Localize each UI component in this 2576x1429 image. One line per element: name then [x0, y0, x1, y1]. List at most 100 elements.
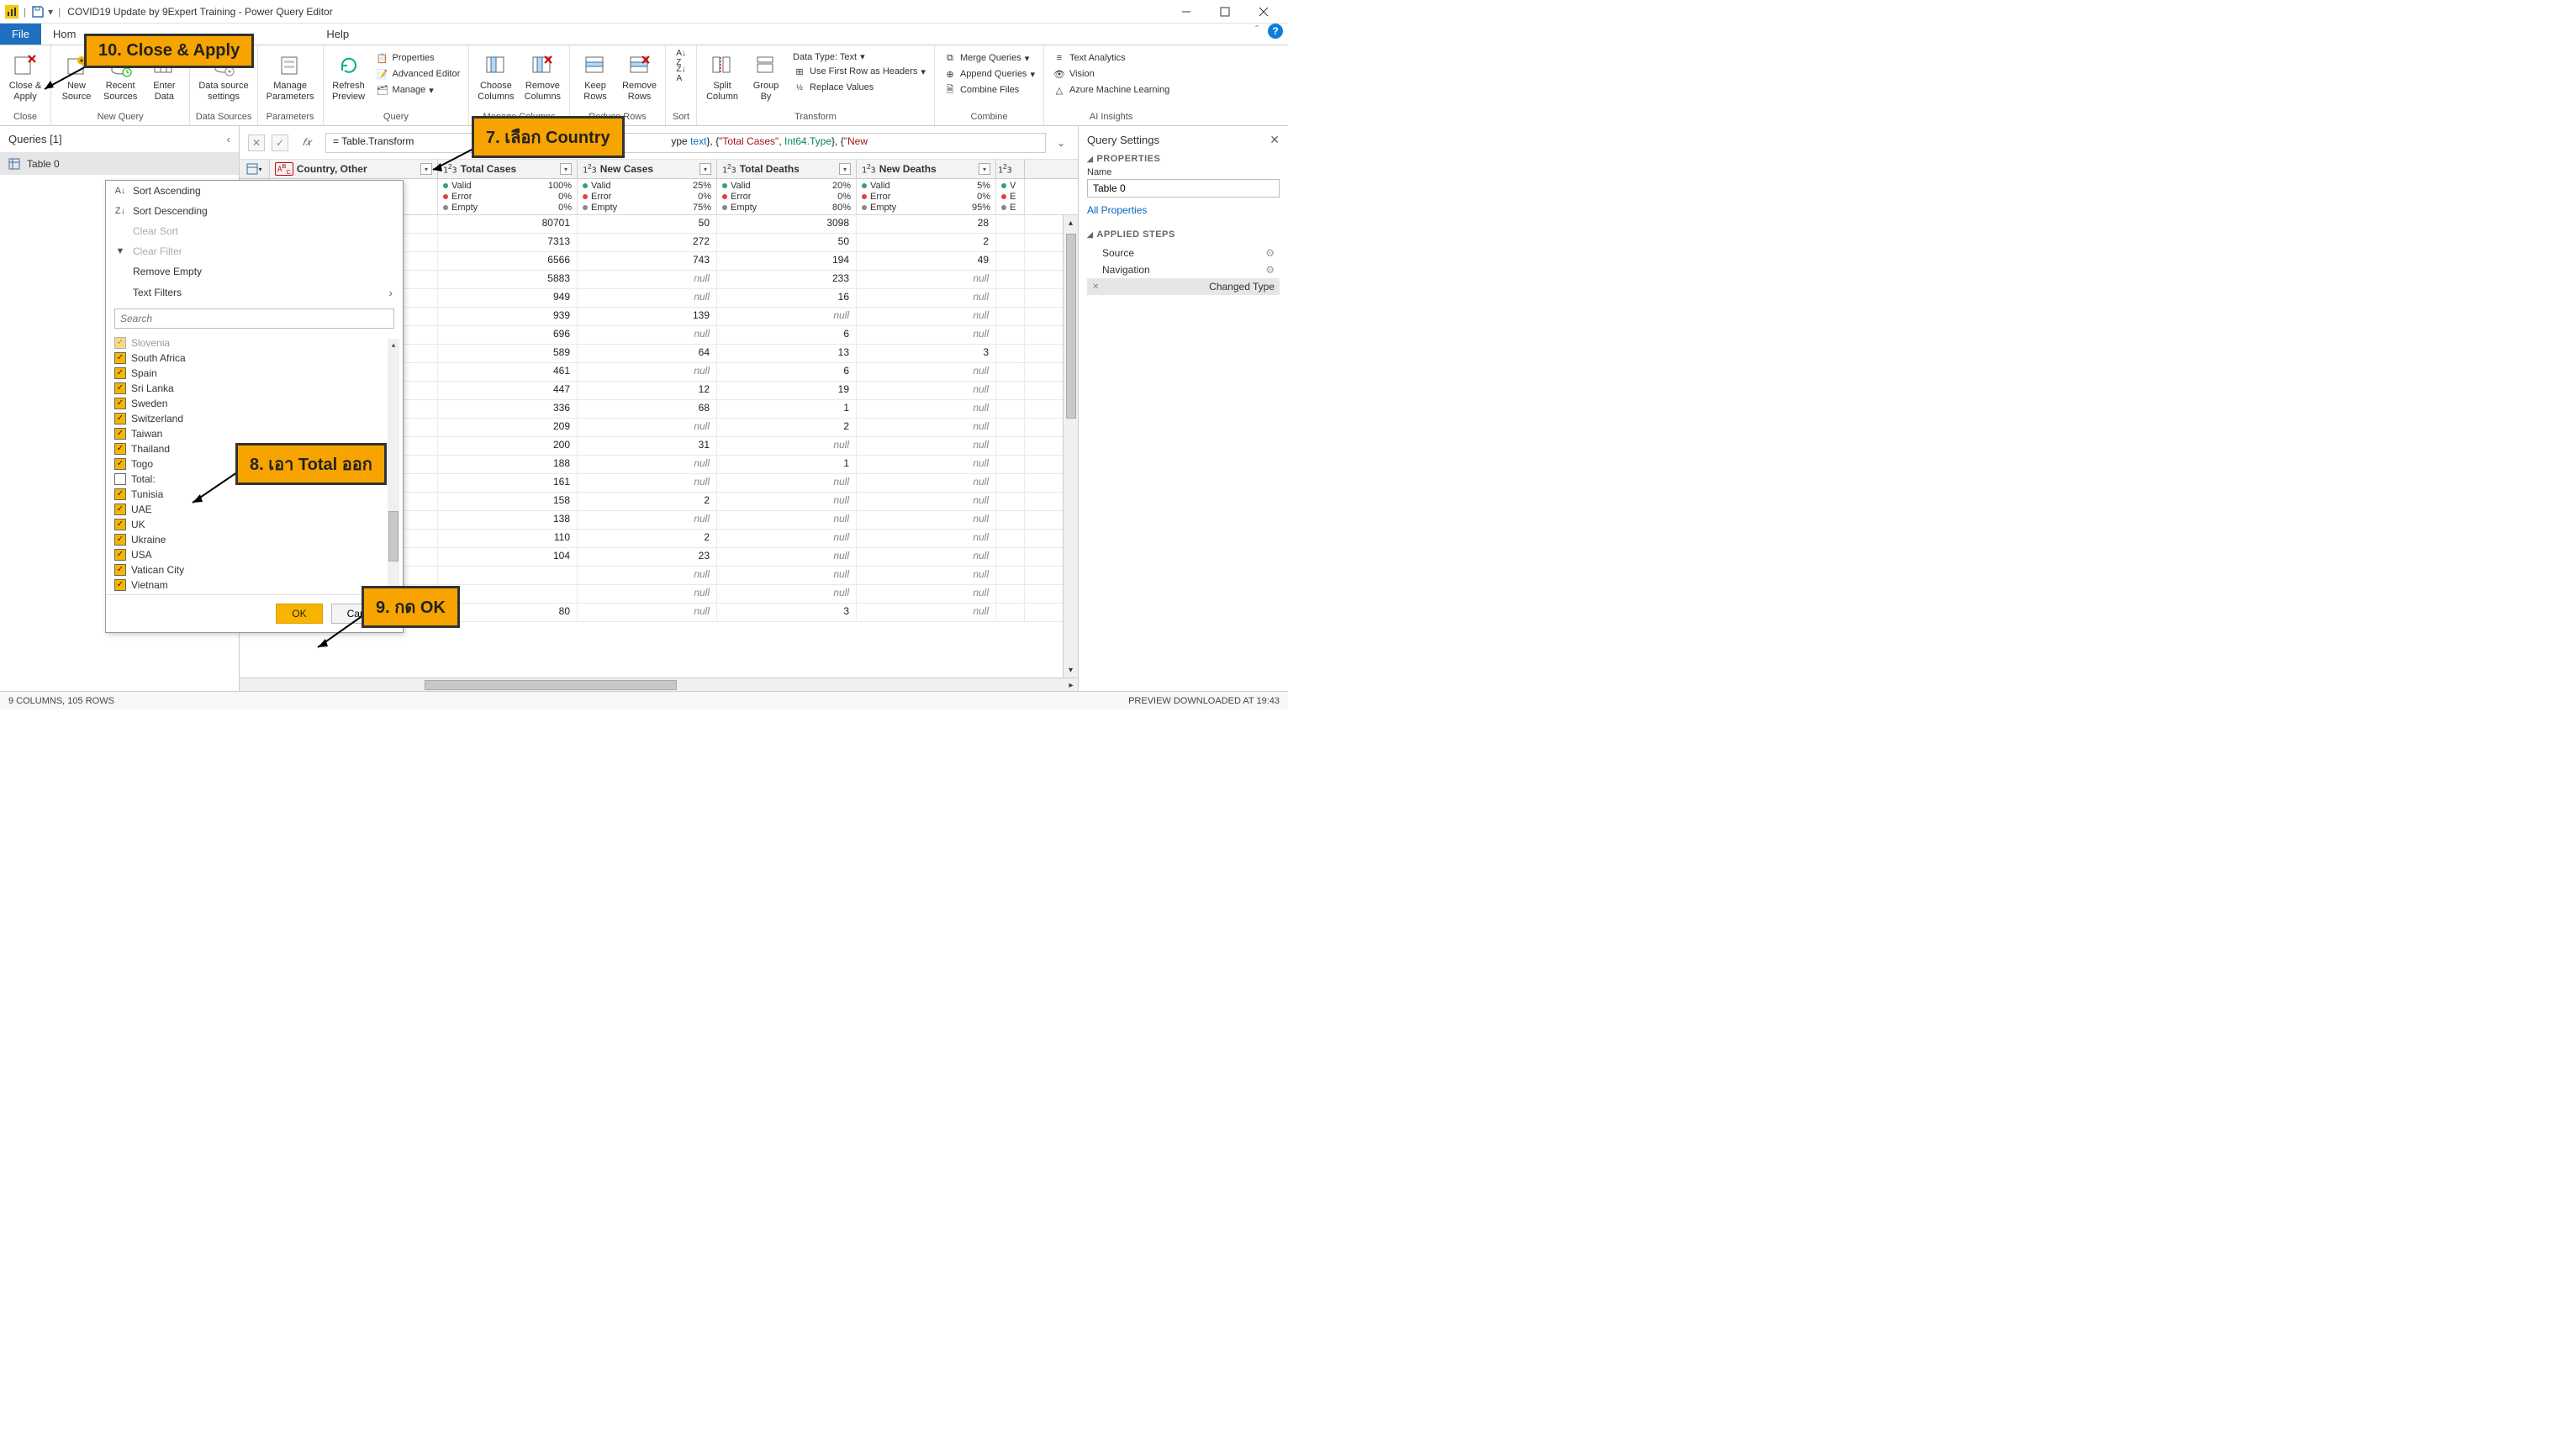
- filter-button[interactable]: ▾: [839, 163, 851, 175]
- combine-files-button[interactable]: 🗎Combine Files: [940, 82, 1038, 98]
- filter-item[interactable]: ✓South Africa: [114, 351, 394, 366]
- filter-item[interactable]: ✓Slovenia: [114, 335, 394, 351]
- ribbon-collapse-icon[interactable]: ˆ: [1251, 24, 1263, 35]
- formula-cancel-icon[interactable]: ✕: [248, 134, 265, 151]
- checkbox-icon[interactable]: ✓: [114, 428, 126, 440]
- sort-desc-button[interactable]: Z↓A: [671, 66, 691, 82]
- vertical-scrollbar[interactable]: ▴ ▾: [1063, 215, 1078, 678]
- formula-input[interactable]: = Table.Transformxxxxxxxxxxxxxxxxxxxxxxx…: [325, 133, 1046, 153]
- sort-descending-item[interactable]: Z↓Sort Descending: [106, 201, 403, 221]
- remove-columns-button[interactable]: Remove Columns: [521, 50, 564, 103]
- scroll-thumb[interactable]: [425, 680, 677, 690]
- checkbox-icon[interactable]: ✓: [114, 458, 126, 470]
- manage-parameters-button[interactable]: Manage Parameters: [263, 50, 318, 103]
- help-icon[interactable]: ?: [1268, 24, 1283, 39]
- choose-columns-button[interactable]: Choose Columns: [474, 50, 517, 103]
- filter-button[interactable]: ▾: [560, 163, 572, 175]
- remove-empty-item[interactable]: Remove Empty: [106, 261, 403, 282]
- column-header-new-deaths[interactable]: 123 New Deaths ▾: [857, 160, 996, 178]
- filter-item[interactable]: ✓Tunisia: [114, 487, 394, 502]
- applied-step[interactable]: Changed Type: [1087, 278, 1280, 295]
- text-analytics-button[interactable]: ≡Text Analytics: [1049, 50, 1173, 66]
- save-icon[interactable]: [31, 5, 45, 18]
- first-row-headers-button[interactable]: ⊞Use First Row as Headers ▾: [789, 64, 929, 79]
- checkbox-icon[interactable]: ✓: [114, 337, 126, 349]
- applied-steps-section[interactable]: ◢APPLIED STEPS: [1087, 229, 1280, 240]
- close-button[interactable]: [1244, 0, 1283, 24]
- remove-rows-button[interactable]: Remove Rows: [619, 50, 660, 103]
- keep-rows-button[interactable]: Keep Rows: [575, 50, 615, 103]
- sort-asc-button[interactable]: A↓Z: [671, 50, 691, 66]
- collapse-icon[interactable]: ‹: [227, 133, 230, 145]
- applied-step[interactable]: Source⚙: [1087, 245, 1280, 261]
- applied-step[interactable]: Navigation⚙: [1087, 261, 1280, 278]
- menu-help[interactable]: Help: [314, 24, 361, 45]
- filter-item[interactable]: ✓Sweden: [114, 396, 394, 411]
- checkbox-icon[interactable]: ✓: [114, 549, 126, 561]
- filter-search[interactable]: [114, 308, 394, 329]
- checkbox-icon[interactable]: ✓: [114, 564, 126, 576]
- replace-values-button[interactable]: ½Replace Values: [789, 80, 929, 95]
- close-settings-icon[interactable]: ✕: [1270, 133, 1280, 147]
- column-header-country[interactable]: ABC Country, Other ▾: [270, 160, 438, 178]
- properties-button[interactable]: 📋Properties: [372, 50, 464, 66]
- query-item-table0[interactable]: Table 0: [0, 153, 239, 175]
- column-header-total-cases[interactable]: 123 Total Cases ▾: [438, 160, 578, 178]
- gear-icon[interactable]: ⚙: [1265, 247, 1275, 259]
- group-by-button[interactable]: Group By: [746, 50, 786, 103]
- menu-file[interactable]: File: [0, 24, 41, 45]
- filter-item[interactable]: ✓Vatican City: [114, 562, 394, 577]
- minimize-button[interactable]: [1167, 0, 1206, 24]
- filter-item[interactable]: ✓USA: [114, 547, 394, 562]
- filter-item[interactable]: ✓Taiwan: [114, 426, 394, 441]
- column-header-new-cases[interactable]: 123 New Cases ▾: [578, 160, 717, 178]
- menu-home[interactable]: Hom: [41, 24, 87, 45]
- checkbox-icon[interactable]: ✓: [114, 382, 126, 394]
- checkbox-icon[interactable]: ✓: [114, 367, 126, 379]
- ok-button[interactable]: OK: [276, 604, 322, 624]
- checkbox-icon[interactable]: ✓: [114, 534, 126, 546]
- checkbox-icon[interactable]: ✓: [114, 352, 126, 364]
- fx-icon[interactable]: 𝑓𝑥: [295, 134, 319, 152]
- advanced-editor-button[interactable]: 📝Advanced Editor: [372, 66, 464, 82]
- scroll-thumb[interactable]: [1066, 234, 1076, 419]
- sort-ascending-item[interactable]: A↓Sort Ascending: [106, 181, 403, 201]
- filter-item[interactable]: ✓UK: [114, 517, 394, 532]
- scroll-up-icon[interactable]: ▴: [1064, 215, 1078, 230]
- filter-item[interactable]: ✓UAE: [114, 502, 394, 517]
- filter-item[interactable]: ✓Switzerland: [114, 411, 394, 426]
- split-column-button[interactable]: Split Column: [702, 50, 742, 103]
- filter-list-scrollbar[interactable]: ▴: [388, 339, 399, 594]
- filter-item[interactable]: ✓Spain: [114, 366, 394, 381]
- filter-button[interactable]: ▾: [420, 163, 432, 175]
- column-header-partial[interactable]: 123: [996, 160, 1025, 178]
- filter-button[interactable]: ▾: [699, 163, 711, 175]
- azure-ml-button[interactable]: △Azure Machine Learning: [1049, 82, 1173, 98]
- qat-dropdown[interactable]: ▾: [48, 6, 56, 18]
- filter-item[interactable]: ✓Vietnam: [114, 577, 394, 593]
- queries-header[interactable]: Queries [1] ‹: [0, 126, 239, 153]
- filter-button[interactable]: ▾: [979, 163, 990, 175]
- scroll-down-icon[interactable]: ▾: [1064, 662, 1078, 678]
- filter-item[interactable]: ✓Sri Lanka: [114, 381, 394, 396]
- checkbox-icon[interactable]: ✓: [114, 413, 126, 424]
- horizontal-scrollbar[interactable]: ▸: [240, 678, 1078, 691]
- all-properties-link[interactable]: All Properties: [1087, 204, 1147, 216]
- column-header-total-deaths[interactable]: 123 Total Deaths ▾: [717, 160, 857, 178]
- close-apply-button[interactable]: Close & Apply: [5, 50, 45, 103]
- merge-queries-button[interactable]: ⧉Merge Queries ▾: [940, 50, 1038, 66]
- append-queries-button[interactable]: ⊕Append Queries ▾: [940, 66, 1038, 82]
- checkbox-icon[interactable]: [114, 473, 126, 485]
- filter-search-input[interactable]: [114, 308, 394, 329]
- refresh-preview-button[interactable]: Refresh Preview: [329, 50, 369, 103]
- select-all-button[interactable]: ▾: [240, 160, 270, 178]
- checkbox-icon[interactable]: ✓: [114, 398, 126, 409]
- checkbox-icon[interactable]: ✓: [114, 443, 126, 455]
- checkbox-icon[interactable]: ✓: [114, 579, 126, 591]
- manage-button[interactable]: 🗂Manage ▾: [372, 82, 464, 98]
- properties-section[interactable]: ◢PROPERTIES: [1087, 154, 1280, 164]
- data-type-button[interactable]: Data Type: Text ▾: [789, 50, 929, 63]
- formula-expand-icon[interactable]: ⌄: [1053, 134, 1069, 151]
- maximize-button[interactable]: [1206, 0, 1244, 24]
- scroll-right-icon[interactable]: ▸: [1064, 678, 1078, 692]
